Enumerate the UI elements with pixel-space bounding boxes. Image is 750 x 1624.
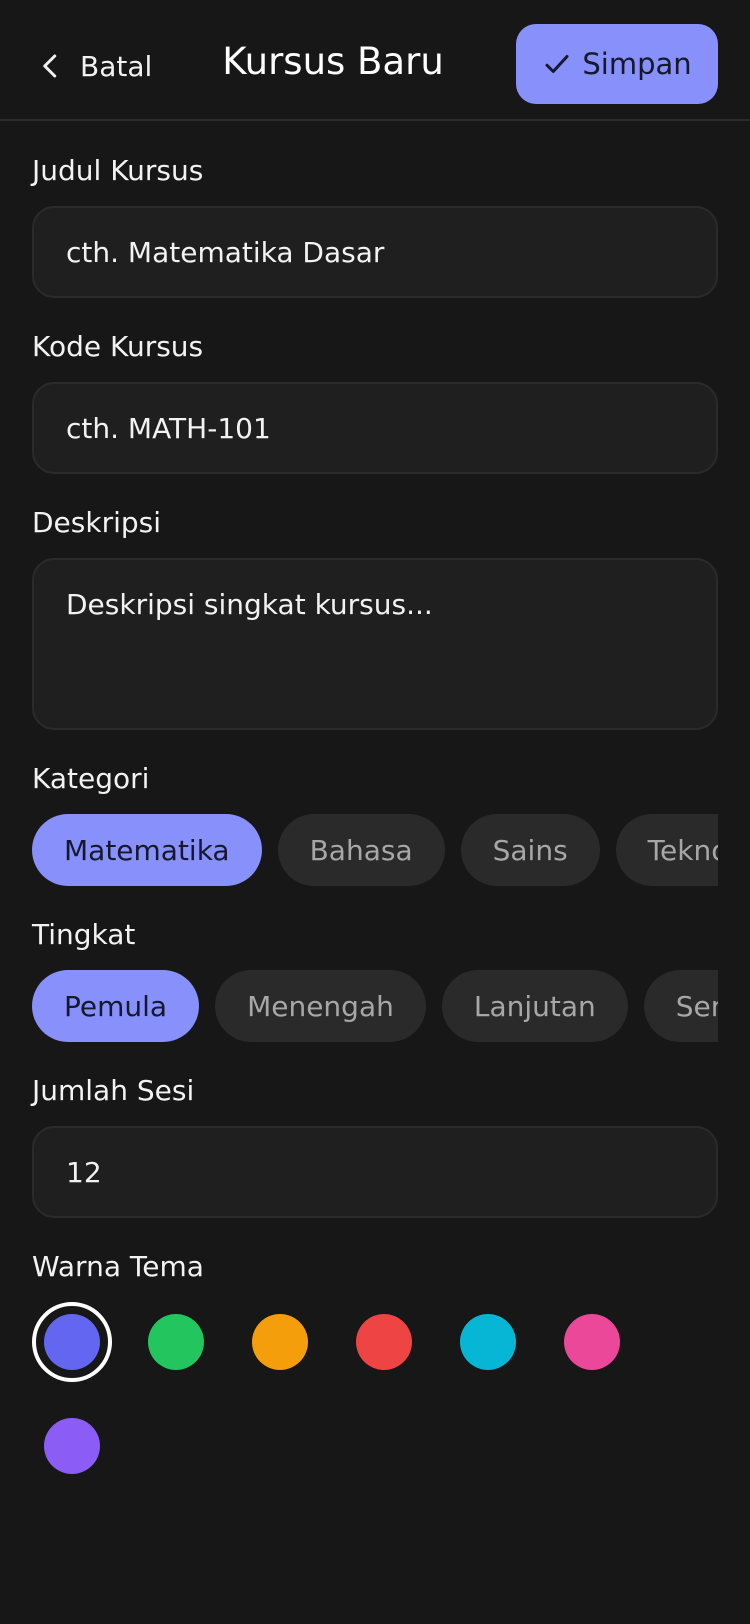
color-swatch-4[interactable]: [356, 1314, 412, 1370]
sessions-label: Jumlah Sesi: [32, 1074, 195, 1107]
description-textarea[interactable]: Deskripsi singkat kursus...: [32, 558, 718, 730]
color-swatch-7[interactable]: [44, 1418, 100, 1474]
level-chip-lanjutan[interactable]: Lanjutan: [441, 970, 628, 1042]
level-label: Tingkat: [32, 918, 136, 951]
category-chip-sains[interactable]: Sains: [460, 814, 600, 886]
level-chip-pemula[interactable]: Pemula: [32, 970, 200, 1042]
level-chips: PemulaMenengahLanjutanSemua: [32, 970, 718, 1044]
course-title-label: Judul Kursus: [32, 154, 204, 187]
description-label: Deskripsi: [32, 506, 162, 539]
category-label: Kategori: [32, 762, 150, 795]
top-bar: Batal Kursus Baru Simpan: [0, 0, 750, 121]
color-swatch-3[interactable]: [252, 1314, 308, 1370]
level-chip-menengah[interactable]: Menengah: [215, 970, 426, 1042]
category-chips: MatematikaBahasaSainsTeknologi: [32, 814, 718, 888]
course-title-input[interactable]: cth. Matematika Dasar: [32, 206, 718, 298]
sessions-input[interactable]: 12: [32, 1126, 718, 1218]
level-chip-semua[interactable]: Semua: [643, 970, 718, 1042]
save-button[interactable]: Simpan: [516, 24, 718, 104]
theme-color-label: Warna Tema: [32, 1250, 204, 1283]
category-chip-matematika[interactable]: Matematika: [32, 814, 262, 886]
color-swatch-2[interactable]: [148, 1314, 204, 1370]
course-code-input[interactable]: cth. MATH-101: [32, 382, 718, 474]
check-icon: [545, 55, 569, 73]
color-swatch-1[interactable]: [44, 1314, 100, 1370]
category-chip-teknologi[interactable]: Teknologi: [615, 814, 718, 886]
category-chip-bahasa[interactable]: Bahasa: [277, 814, 445, 886]
course-code-label: Kode Kursus: [32, 330, 204, 363]
color-swatch-5[interactable]: [460, 1314, 516, 1370]
color-swatch-6[interactable]: [564, 1314, 620, 1370]
save-label: Simpan: [582, 47, 692, 81]
